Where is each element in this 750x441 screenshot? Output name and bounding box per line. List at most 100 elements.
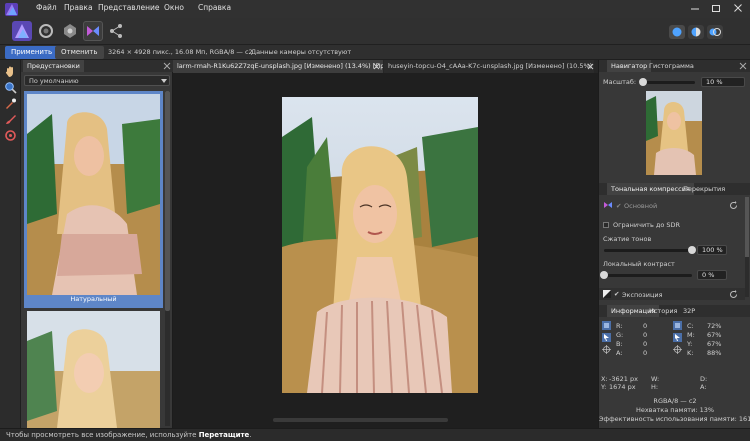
restore-icon[interactable]: [711, 3, 721, 14]
info-format: RGBA/8 — c2: [653, 397, 697, 405]
tone-compression-knob[interactable]: [688, 246, 696, 254]
status-hint-action: Перетащите: [198, 431, 250, 439]
panel-close-icon[interactable]: [163, 62, 171, 70]
share-icon: [110, 24, 122, 38]
menu-view[interactable]: Представление: [98, 3, 160, 12]
memory-shortage: Нехватка памяти: 13%: [635, 406, 715, 414]
doc-tab-label: huseyin-topcu-O4_cAAa-K7c-unsplash.jpg […: [388, 62, 594, 70]
doc-tab-close-icon[interactable]: [373, 63, 380, 70]
cancel-button[interactable]: Отменить: [55, 46, 104, 59]
doc-tab-close-icon[interactable]: [587, 63, 594, 70]
right-panels: Навигатор Гистограмма Масштаб: 10 % Тона…: [598, 60, 750, 428]
reset-icon[interactable]: [729, 201, 738, 210]
navigator-thumbnail[interactable]: [646, 91, 702, 175]
status-bar: Чтобы просмотреть все изображение, испол…: [0, 428, 750, 441]
info-m-key: M:: [687, 331, 695, 339]
local-contrast-field[interactable]: 0 %: [697, 270, 727, 280]
zoom-tool-icon[interactable]: [4, 81, 17, 94]
tone-compression-field[interactable]: 100 %: [697, 245, 727, 255]
crosshair-icon: [673, 345, 682, 354]
info-r-value: 0: [643, 322, 648, 330]
info-d-key: D:: [700, 375, 708, 383]
pointer-sample-icon[interactable]: [673, 333, 682, 342]
tone-compression-slider[interactable]: [604, 249, 692, 252]
info-b-key: B:: [616, 340, 623, 348]
pointer-sample-icon[interactable]: [602, 333, 611, 342]
info-b-value: 0: [643, 340, 648, 348]
preset-item[interactable]: [24, 308, 163, 428]
info-angle-key: A:: [700, 383, 707, 391]
local-contrast-label: Локальный контраст: [603, 260, 675, 268]
info-x-value: -3621 px: [609, 375, 638, 383]
clamp-sdr-label: Ограничить до SDR: [613, 221, 681, 229]
info-x-key: X:: [601, 375, 608, 383]
zoom-slider[interactable]: [639, 81, 695, 84]
info-m-value: 67%: [707, 331, 722, 339]
info-y-value: 67%: [707, 340, 722, 348]
exposure-icon: [603, 290, 611, 298]
scrollbar-thumb[interactable]: [745, 197, 749, 257]
tab-overlays[interactable]: Перекрытия: [679, 183, 729, 195]
info-c-value: 72%: [707, 322, 722, 330]
panel-close-icon[interactable]: [739, 62, 747, 70]
minimize-icon[interactable]: [690, 3, 700, 14]
tab-32p[interactable]: 32P: [679, 305, 699, 317]
tab-presets[interactable]: Предустановки: [23, 60, 84, 72]
scrollbar-thumb[interactable]: [165, 91, 170, 311]
doc-tab[interactable]: huseyin-topcu-O4_cAAa-K7c-unsplash.jpg […: [384, 60, 594, 73]
tab-histogram[interactable]: Гистограмма: [645, 60, 698, 72]
document-image[interactable]: [282, 97, 478, 393]
menu-help[interactable]: Справка: [198, 3, 231, 12]
exposure-row[interactable]: ✔ Экспозиция: [599, 288, 745, 300]
tone-mapping-layer-icon: [604, 202, 612, 208]
close-icon[interactable]: [733, 3, 743, 14]
tone-mapping-persona-button[interactable]: [83, 21, 103, 41]
info-r-key: R:: [616, 322, 623, 330]
view-mode-single-button[interactable]: [669, 25, 685, 39]
color-sample-icon[interactable]: [602, 321, 611, 330]
preset-thumbnail: [27, 94, 160, 295]
info-a-value: 0: [643, 349, 648, 357]
info-w-key: W:: [651, 375, 660, 383]
exposure-label: Экспозиция: [622, 291, 663, 299]
exposure-check-icon[interactable]: ✔: [614, 290, 619, 298]
liquify-persona-button[interactable]: [36, 21, 56, 41]
tab-history[interactable]: История: [645, 305, 681, 317]
hand-tool-icon[interactable]: [4, 65, 17, 78]
info-y-pos-key: Y:: [601, 383, 607, 391]
menu-file[interactable]: Файл: [36, 3, 57, 12]
paint-brush-tool-icon[interactable]: [4, 113, 17, 126]
presets-dropdown[interactable]: По умолчанию: [24, 75, 170, 86]
local-contrast-knob[interactable]: [600, 271, 608, 279]
color-sample-icon[interactable]: [673, 321, 682, 330]
clamp-sdr-checkbox[interactable]: [603, 222, 609, 228]
zoom-field[interactable]: 10 %: [701, 77, 745, 87]
menu-edit[interactable]: Правка: [64, 3, 93, 12]
preset-item-natural[interactable]: Натуральный: [24, 91, 163, 308]
presets-scrollbar[interactable]: [165, 91, 170, 426]
info-k-key: K:: [687, 349, 694, 357]
apply-button[interactable]: Применить: [5, 46, 59, 59]
memory-efficiency: Эффективность использования памяти: 161%: [599, 415, 750, 423]
reset-icon[interactable]: [729, 290, 738, 299]
doc-tab-active[interactable]: larm-rmah-R1Ku62Z7zqE-unsplash.jpg [Изме…: [173, 60, 383, 73]
share-button[interactable]: [106, 21, 126, 41]
local-contrast-slider[interactable]: [604, 274, 692, 277]
menu-window[interactable]: Окно: [164, 3, 184, 12]
canvas-horizontal-scrollbar[interactable]: [273, 418, 448, 422]
chevron-down-icon: [161, 79, 167, 83]
photo-persona-button[interactable]: [12, 21, 32, 41]
view-mode-mirror-button[interactable]: [707, 25, 723, 39]
view-mode-split-button[interactable]: [688, 25, 704, 39]
base-layer-check-icon[interactable]: ✔: [616, 202, 621, 210]
tone-compression-label: Сжатие тонов: [603, 235, 652, 243]
canvas[interactable]: [173, 73, 598, 428]
base-layer-label: Основной: [624, 202, 658, 210]
develop-persona-button[interactable]: [60, 21, 80, 41]
zoom-slider-knob[interactable]: [639, 78, 648, 86]
color-picker-tool-icon[interactable]: [4, 97, 17, 110]
erase-brush-tool-icon[interactable]: [4, 129, 17, 142]
adjustments-scrollbar[interactable]: [745, 197, 749, 297]
liquify-icon: [39, 24, 53, 38]
affinity-photo-logo-icon[interactable]: [5, 3, 18, 16]
